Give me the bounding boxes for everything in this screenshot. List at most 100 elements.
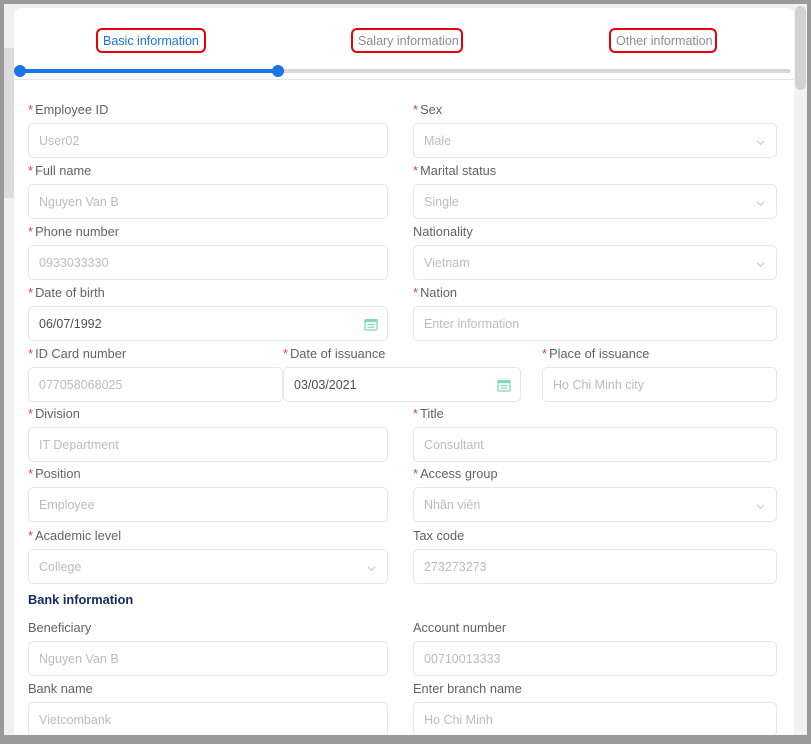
label-phone-number: * Phone number	[28, 224, 120, 239]
label-nation: * Nation	[413, 285, 458, 300]
input-full-name[interactable]: Nguyen Van B	[28, 184, 388, 219]
required-marker: *	[28, 406, 34, 421]
required-marker: *	[413, 285, 419, 300]
label-access-group: * Access group	[413, 466, 498, 481]
input-tax-code[interactable]: 273273273	[413, 549, 777, 584]
employee-form-card: Basic information Salary information Oth…	[14, 8, 795, 736]
field-employee-id: * Employee ID User02	[28, 102, 388, 158]
select-sex[interactable]: Male	[413, 123, 777, 158]
required-marker: *	[413, 466, 419, 481]
field-full-name: * Full name Nguyen Van B	[28, 163, 388, 219]
label-nationality: Nationality	[413, 224, 473, 239]
label-date-of-issuance: * Date of issuance	[283, 346, 386, 361]
field-title: * Title Consultant	[413, 406, 777, 462]
required-marker: *	[28, 528, 34, 543]
field-beneficiary: Beneficiary Nguyen Van B	[28, 620, 388, 676]
required-marker: *	[28, 466, 34, 481]
field-id-card-number: * ID Card number 077058068025	[28, 346, 283, 402]
step-label-other-information[interactable]: Other information	[616, 33, 713, 49]
form-area: * Employee ID User02 * Sex Male * Full name…	[14, 80, 795, 736]
required-marker: *	[28, 102, 34, 117]
chevron-down-icon	[756, 260, 765, 269]
label-position: * Position	[28, 466, 81, 481]
select-nationality[interactable]: Vietnam	[413, 245, 777, 280]
field-date-of-issuance: * Date of issuance 03/03/2021	[283, 346, 521, 402]
input-position[interactable]: Employee	[28, 487, 388, 522]
chevron-down-icon	[756, 502, 765, 511]
label-account-number: Account number	[413, 620, 507, 635]
input-beneficiary[interactable]: Nguyen Van B	[28, 641, 388, 676]
select-access-group[interactable]: Nhân viên	[413, 487, 777, 522]
required-marker: *	[542, 346, 548, 361]
label-marital-status: * Marital status	[413, 163, 497, 178]
calendar-icon[interactable]	[364, 317, 378, 331]
input-nation[interactable]: Enter information	[413, 306, 777, 341]
stepper-dot-2[interactable]	[272, 65, 284, 77]
label-employee-id: * Employee ID	[28, 102, 109, 117]
field-position: * Position Employee	[28, 466, 388, 522]
stepper-dot-1[interactable]	[14, 65, 26, 77]
stepper-progress	[18, 69, 279, 73]
field-nation: * Nation Enter information	[413, 285, 777, 341]
horizontal-scrollbar[interactable]	[4, 735, 807, 744]
stepper: Basic information Salary information Oth…	[14, 8, 795, 77]
field-tax-code: Tax code 273273273	[413, 528, 777, 584]
label-place-of-issuance: * Place of issuance	[542, 346, 650, 361]
gutter-shade	[4, 48, 14, 198]
required-marker: *	[413, 102, 419, 117]
input-date-of-issuance[interactable]: 03/03/2021	[283, 367, 521, 402]
input-phone-number[interactable]: 0933033330	[28, 245, 388, 280]
app-root: Basic information Salary information Oth…	[0, 0, 811, 744]
input-date-of-birth[interactable]: 06/07/1992	[28, 306, 388, 341]
field-sex: * Sex Male	[413, 102, 777, 158]
field-bank-name: Bank name Vietcombank	[28, 681, 388, 736]
select-academic-level[interactable]: College	[28, 549, 388, 584]
section-heading-bank-information: Bank information	[28, 592, 134, 607]
input-place-of-issuance[interactable]: Ho Chi Minh city	[542, 367, 777, 402]
input-title[interactable]: Consultant	[413, 427, 777, 462]
label-bank-name: Bank name	[28, 681, 93, 696]
field-marital-status: * Marital status Single	[413, 163, 777, 219]
field-place-of-issuance: * Place of issuance Ho Chi Minh city	[542, 346, 777, 402]
label-branch-name: Enter branch name	[413, 681, 522, 696]
required-marker: *	[413, 406, 419, 421]
label-division: * Division	[28, 406, 80, 421]
input-branch-name[interactable]: Ho Chi Minh	[413, 702, 777, 736]
label-title: * Title	[413, 406, 444, 421]
label-id-card-number: * ID Card number	[28, 346, 127, 361]
input-account-number[interactable]: 00710013333	[413, 641, 777, 676]
input-bank-name[interactable]: Vietcombank	[28, 702, 388, 736]
label-tax-code: Tax code	[413, 528, 465, 543]
required-marker: *	[413, 163, 419, 178]
label-sex: * Sex	[413, 102, 443, 117]
field-date-of-birth: * Date of birth 06/07/1992	[28, 285, 388, 341]
field-branch-name: Enter branch name Ho Chi Minh	[413, 681, 777, 736]
step-label-salary-information[interactable]: Salary information	[358, 33, 459, 49]
input-division[interactable]: IT Department	[28, 427, 388, 462]
field-division: * Division IT Department	[28, 406, 388, 462]
step-label-basic-information[interactable]: Basic information	[103, 33, 199, 49]
required-marker: *	[28, 346, 34, 361]
field-academic-level: * Academic level College	[28, 528, 388, 584]
chevron-down-icon	[756, 138, 765, 147]
label-date-of-birth: * Date of birth	[28, 285, 105, 300]
label-academic-level: * Academic level	[28, 528, 122, 543]
label-full-name: * Full name	[28, 163, 92, 178]
chevron-down-icon	[367, 564, 376, 573]
required-marker: *	[28, 285, 34, 300]
required-marker: *	[28, 224, 34, 239]
chevron-down-icon	[756, 199, 765, 208]
input-employee-id[interactable]: User02	[28, 123, 388, 158]
field-phone-number: * Phone number 0933033330	[28, 224, 388, 280]
field-access-group: * Access group Nhân viên	[413, 466, 777, 522]
vertical-scrollbar[interactable]	[794, 4, 807, 744]
select-marital-status[interactable]: Single	[413, 184, 777, 219]
required-marker: *	[28, 163, 34, 178]
vertical-scrollbar-thumb[interactable]	[795, 6, 806, 90]
calendar-icon[interactable]	[497, 378, 511, 392]
field-nationality: Nationality Vietnam	[413, 224, 777, 280]
required-marker: *	[283, 346, 289, 361]
label-beneficiary: Beneficiary	[28, 620, 92, 635]
input-id-card-number[interactable]: 077058068025	[28, 367, 283, 402]
field-account-number: Account number 00710013333	[413, 620, 777, 676]
